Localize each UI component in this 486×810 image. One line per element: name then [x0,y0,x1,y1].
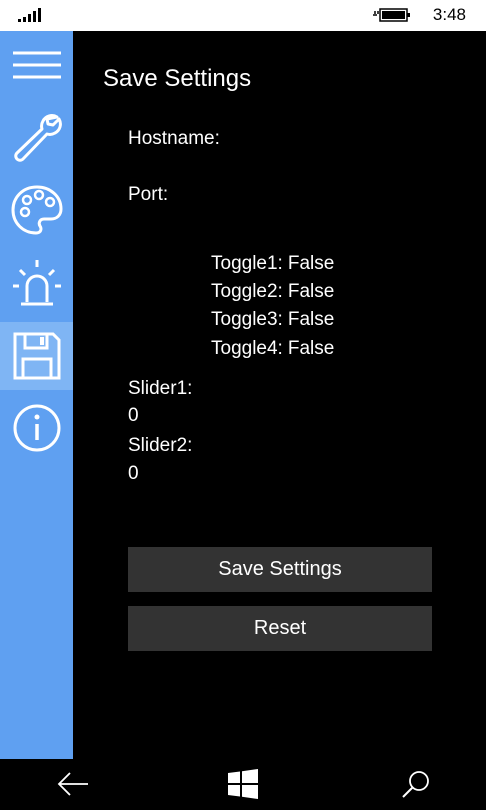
back-arrow-icon[interactable] [56,769,90,799]
sidebar [0,31,73,759]
save-settings-button[interactable]: Save Settings [128,547,432,592]
toggle-label: Toggle2: [211,281,283,302]
status-bar: 3:48 [0,0,486,31]
sidebar-item-about[interactable] [0,394,73,462]
toggle-label: Toggle3: [211,309,283,330]
hostname-label: Hostname: [128,128,220,149]
reset-button[interactable]: Reset [128,606,432,651]
light-alarm-icon [12,260,61,306]
status-time: 3:48 [432,5,466,24]
toggle-value: False [287,253,335,274]
system-nav-bar [0,759,486,810]
toggle-value: False [287,338,335,359]
toggle-row: Toggle1: False [211,253,334,275]
sidebar-item-save[interactable] [0,322,73,390]
page-title: Save Settings [103,65,252,92]
windows-start-icon[interactable] [227,769,259,799]
wrench-icon [13,114,62,162]
slider1-value: 0 [128,405,139,426]
search-icon[interactable] [400,769,432,801]
info-icon [13,404,60,452]
battery-charging-icon [373,8,410,22]
port-label: Port: [128,184,169,205]
sidebar-item-settings[interactable] [0,103,73,171]
palette-icon [10,185,63,235]
toggle-row: Toggle4: False [211,338,334,360]
sidebar-item-menu[interactable] [0,31,73,99]
floppy-disk-icon [13,332,60,380]
slider2-value: 0 [128,463,139,484]
sidebar-item-lights[interactable] [0,250,73,318]
main-content: Save Settings Hostname: Port: Toggle1: Fa… [73,31,486,759]
slider1-label: Slider1: [128,378,193,399]
sidebar-item-appearance[interactable] [0,176,73,244]
toggle-value: False [287,309,335,330]
signal-strength-icon [18,8,41,22]
toggle-value: False [287,281,335,302]
slider2-label: Slider2: [128,435,193,456]
toggle-label: Toggle1: [211,253,283,274]
toggle-row: Toggle3: False [211,309,334,331]
toggle-row: Toggle2: False [211,281,334,303]
hamburger-menu-icon [12,51,61,79]
toggle-label: Toggle4: [211,338,283,359]
